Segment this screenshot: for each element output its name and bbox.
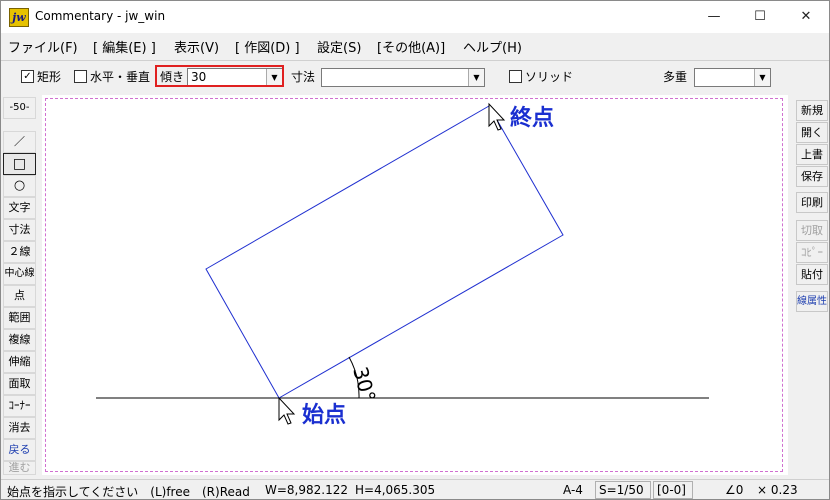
overwrite-button[interactable]: 上書 xyxy=(796,144,828,165)
line-attribute-button[interactable]: 線属性 xyxy=(796,291,828,312)
zoom-readout[interactable]: × 0.23 xyxy=(757,483,798,497)
end-point-label: 終点 xyxy=(510,105,554,131)
copy-button[interactable]: ｺﾋﾟｰ xyxy=(796,242,828,263)
app-window: jw Commentary - jw_win — ☐ ✕ ファイル(F) [ 編… xyxy=(0,0,830,500)
tilted-rectangle xyxy=(205,105,564,399)
paste-button[interactable]: 貼付 xyxy=(796,264,828,285)
cut-button[interactable]: 切取 xyxy=(796,220,828,241)
start-cursor-icon xyxy=(278,396,296,425)
status-width: W=8,982.122 xyxy=(265,483,348,497)
layer-value: [0-0] xyxy=(657,483,686,497)
scale-box[interactable]: S=1/50 xyxy=(595,481,651,499)
open-file-button[interactable]: 開く xyxy=(796,122,828,143)
angle-readout[interactable]: ∠0 xyxy=(725,483,743,497)
end-cursor-icon xyxy=(488,102,506,131)
start-point-label: 始点 xyxy=(302,402,346,428)
layer-box[interactable]: [0-0] xyxy=(653,481,693,499)
drawing-layer: 30° 終点 始点 xyxy=(96,102,709,428)
save-button[interactable]: 保存 xyxy=(796,166,828,187)
status-message: 始点を指示してください (L)free (R)Read xyxy=(7,485,250,499)
status-bar: 始点を指示してください (L)free (R)Read W=8,982.122 … xyxy=(1,479,829,499)
print-button[interactable]: 印刷 xyxy=(796,192,828,213)
status-height: H=4,065.305 xyxy=(355,483,436,497)
new-file-button[interactable]: 新規 xyxy=(796,100,828,121)
paper-size-button[interactable]: A-4 xyxy=(563,483,583,497)
scale-value: S=1/50 xyxy=(599,483,644,497)
